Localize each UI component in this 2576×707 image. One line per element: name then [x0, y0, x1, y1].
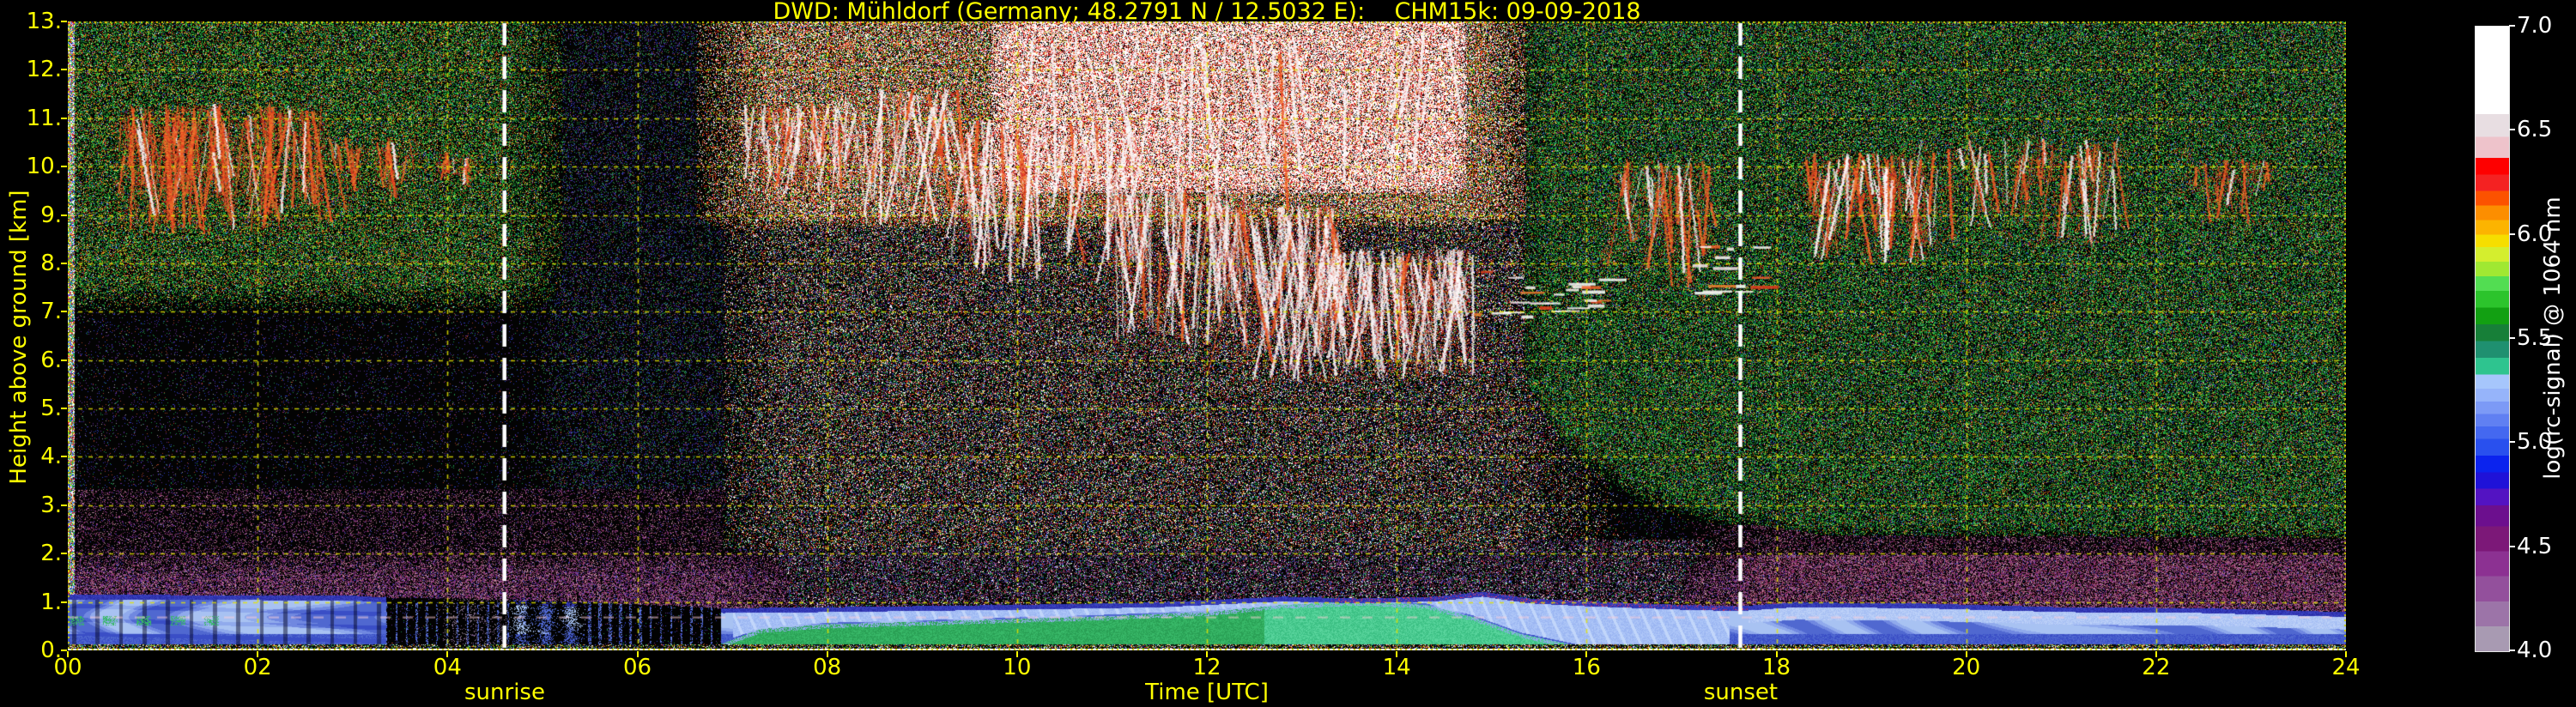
colorbar-tick-mark [2509, 545, 2515, 547]
ceilometer-heatmap-canvas [68, 21, 2346, 650]
y-tick-mark [61, 553, 67, 555]
colorbar-tick-label: 6.5 [2517, 117, 2553, 143]
y-tick-label: 7. [40, 299, 62, 325]
colorbar-tick-mark [2509, 233, 2515, 235]
x-tick-mark [1396, 651, 1398, 657]
y-tick-label: 1. [40, 589, 62, 615]
y-tick-mark [61, 650, 67, 651]
y-tick-mark [61, 117, 67, 119]
x-tick-label: 04 [433, 655, 462, 680]
colorbar-tick-mark [2509, 25, 2515, 27]
x-axis-label: Time [UTC] [1145, 680, 1269, 705]
x-tick-label: 24 [2331, 655, 2361, 680]
colorbar-tick-label: 4.0 [2517, 638, 2553, 663]
colorbar-tick-label: 6.0 [2517, 221, 2553, 247]
colorbar-tick-mark [2509, 441, 2515, 444]
y-tick-label: 6. [40, 347, 62, 373]
y-tick-mark [61, 456, 67, 458]
x-tick-mark [1015, 651, 1018, 657]
colorbar-tick-mark [2509, 650, 2515, 651]
y-tick-mark [61, 166, 67, 168]
x-tick-label: 02 [243, 655, 272, 680]
y-tick-mark [61, 214, 67, 216]
x-tick-mark [2155, 651, 2157, 657]
y-tick-mark [61, 359, 67, 361]
y-tick-label: 11. [26, 105, 62, 131]
y-tick-mark [61, 21, 67, 22]
y-tick-mark [61, 311, 67, 313]
x-tick-label: 10 [1003, 655, 1032, 680]
colorbar-tick-label: 5.5 [2517, 325, 2553, 351]
y-tick-label: 2. [40, 541, 62, 567]
colorbar-tick-label: 7.0 [2517, 13, 2553, 39]
y-tick-mark [61, 69, 67, 71]
x-tick-mark [1585, 651, 1588, 657]
x-tick-mark [826, 651, 828, 657]
y-tick-label: 5. [40, 396, 62, 422]
y-tick-mark [61, 262, 67, 264]
y-tick-label: 13. [26, 9, 62, 34]
y-tick-label: 0. [40, 638, 62, 663]
x-tick-mark [446, 651, 449, 657]
x-tick-label: 16 [1572, 655, 1601, 680]
x-tick-label: 20 [1952, 655, 1981, 680]
x-tick-label: 22 [2142, 655, 2171, 680]
sunrise-annotation: sunrise [464, 680, 545, 705]
y-tick-label: 10. [26, 154, 62, 180]
y-tick-mark [61, 408, 67, 410]
y-tick-label: 12. [26, 57, 62, 83]
y-tick-mark [61, 601, 67, 603]
y-tick-label: 3. [40, 492, 62, 518]
colorbar-tick-mark [2509, 129, 2515, 131]
y-tick-mark [61, 504, 67, 506]
x-tick-label: 18 [1761, 655, 1791, 680]
y-tick-label: 9. [40, 202, 62, 228]
x-tick-mark [1206, 651, 1208, 657]
sunset-annotation: sunset [1703, 680, 1779, 705]
x-tick-mark [636, 651, 639, 657]
y-axis-label: Height above ground [km] [6, 190, 32, 485]
x-tick-label: 12 [1192, 655, 1221, 680]
x-tick-mark [67, 651, 69, 657]
colorbar-tick-label: 5.0 [2517, 429, 2553, 456]
x-tick-label: 06 [622, 655, 652, 680]
x-tick-label: 08 [813, 655, 842, 680]
x-tick-mark [257, 651, 259, 657]
x-tick-label: 14 [1382, 655, 1411, 680]
y-tick-label: 8. [40, 250, 62, 276]
x-tick-mark [1775, 651, 1778, 657]
colorbar-tick-mark [2509, 337, 2515, 339]
x-tick-mark [2345, 651, 2347, 657]
y-tick-label: 4. [40, 444, 62, 470]
colorbar [2475, 26, 2510, 652]
colorbar-tick-label: 4.5 [2517, 533, 2553, 559]
x-tick-mark [1965, 651, 1967, 657]
